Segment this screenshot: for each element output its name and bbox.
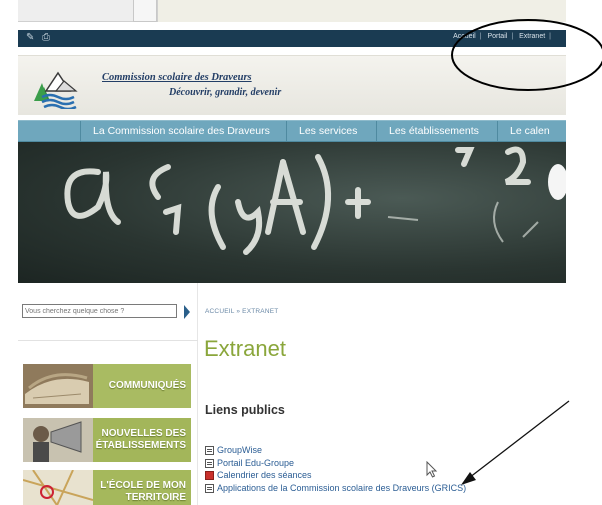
utility-links: Accueil | Portail | Extranet | <box>450 33 552 40</box>
chalkboard-image <box>64 146 566 255</box>
section-title: Liens publics <box>205 403 285 417</box>
search-input[interactable] <box>22 304 177 318</box>
link-label: Applications de la Commission scolaire d… <box>217 482 467 493</box>
brand-name[interactable]: Commission scolaire des Draveurs <box>102 72 252 83</box>
link-groupwise[interactable]: GroupWise <box>205 444 466 457</box>
search-submit-icon[interactable] <box>184 305 190 319</box>
hero-banner <box>18 142 566 283</box>
nav-item-commission[interactable]: La Commission scolaire des Draveurs <box>80 121 285 143</box>
separator: | <box>549 33 551 40</box>
browser-chrome <box>0 0 602 28</box>
link-label: GroupWise <box>217 445 263 455</box>
nav-item-etablissements[interactable]: Les établissements <box>376 121 496 143</box>
document-icon <box>205 483 214 493</box>
edit-icon[interactable]: ✎ <box>26 32 37 43</box>
link-extranet[interactable]: Extranet <box>519 33 545 40</box>
breadcrumb[interactable]: ACCUEIL » EXTRANET <box>205 308 278 315</box>
tile-ecole-territoire[interactable]: L'ÉCOLE DE MON TERRITOIRE <box>23 470 191 505</box>
tile-label: COMMUNIQUÉS <box>108 380 186 391</box>
browser-tab[interactable] <box>133 0 157 22</box>
tile-label: NOUVELLES DES ÉTABLISSEMENTS <box>95 428 186 451</box>
tile-label: L'ÉCOLE DE MON TERRITOIRE <box>100 480 186 503</box>
logo-icon[interactable] <box>30 61 80 109</box>
sidebar-divider <box>18 340 198 341</box>
pdf-icon <box>205 471 214 480</box>
mouse-cursor-icon <box>426 461 438 478</box>
brand-tagline: Découvrir, grandir, devenir <box>169 87 282 98</box>
tile-nouvelles[interactable]: NOUVELLES DES ÉTABLISSEMENTS <box>23 418 191 462</box>
separator: | <box>511 33 514 40</box>
nav-item-services[interactable]: Les services <box>286 121 376 143</box>
browser-address-area[interactable] <box>157 0 566 22</box>
separator: | <box>479 33 482 40</box>
document-icon <box>205 458 214 468</box>
link-label: Portail Edu-Groupe <box>217 457 295 468</box>
site-header: Commission scolaire des Draveurs Découvr… <box>18 47 566 117</box>
annotation-arrow-line <box>464 400 570 482</box>
document-icon <box>205 446 214 455</box>
header-band <box>18 55 566 115</box>
link-portail[interactable]: Portail <box>487 33 507 40</box>
nav-item-calendrier[interactable]: Le calen <box>497 121 566 143</box>
page-title: Extranet <box>204 336 286 361</box>
main-nav: La Commission scolaire des Draveurs Les … <box>18 120 566 143</box>
link-label: Calendrier des séances <box>217 470 312 480</box>
link-accueil[interactable]: Accueil <box>453 33 476 40</box>
top-utility-bar: ✎ ⎙ Accueil | Portail | Extranet | <box>18 30 566 47</box>
link-applications-grics[interactable]: Applications de la Commission scolaire d… <box>205 482 466 495</box>
tile-communiques[interactable]: COMMUNIQUÉS <box>23 364 191 408</box>
print-icon[interactable]: ⎙ <box>42 32 53 43</box>
